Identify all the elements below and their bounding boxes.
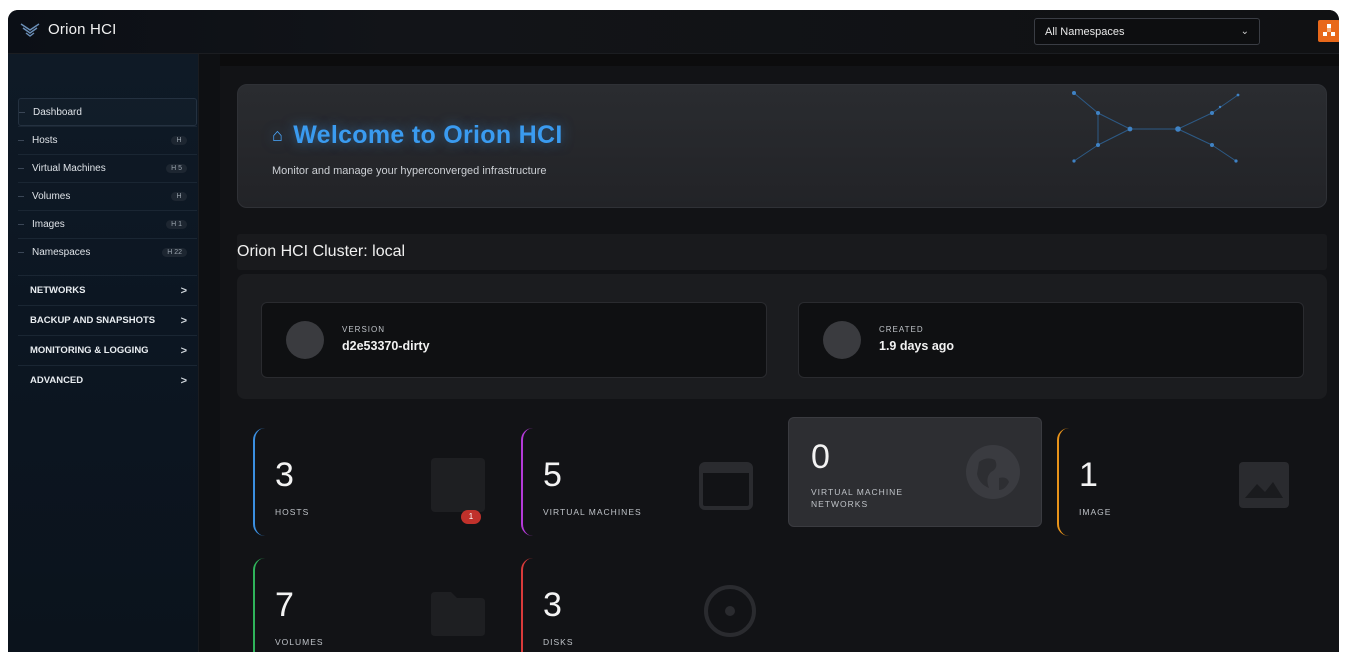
sidebar-item-volumes[interactable]: Volumes H (18, 182, 197, 210)
stat-card-disks[interactable]: 3 DISKS (521, 558, 757, 652)
chevron-right-icon: > (180, 284, 187, 297)
welcome-banner: ⌂ Welcome to Orion HCI Monitor and manag… (237, 84, 1327, 208)
stat-label: DISKS (543, 637, 574, 647)
home-icon: ⌂ (272, 125, 284, 145)
created-value: 1.9 days ago (879, 339, 955, 353)
stat-value: 5 (543, 456, 562, 494)
count-badge: H (171, 192, 187, 201)
sidebar-item-dashboard[interactable]: Dashboard (18, 98, 197, 126)
stat-label: VIRTUAL MACHINE NETWORKS (811, 487, 903, 509)
sidebar: Dashboard Hosts H Virtual Machines H 5 V… (8, 54, 198, 652)
alert-badge: 1 (461, 510, 481, 524)
created-label: CREATED (879, 325, 924, 334)
stat-card-vm-networks[interactable]: 0 VIRTUAL MACHINE NETWORKS (788, 417, 1042, 527)
folder-icon (431, 592, 485, 636)
sidebar-item-label: Virtual Machines (32, 163, 106, 174)
stat-card-virtual-machines[interactable]: 5 VIRTUAL MACHINES (521, 428, 757, 536)
sidebar-item-label: Namespaces (32, 247, 91, 258)
top-bar: Orion HCI All Namespaces ⌄ (8, 10, 1339, 54)
created-icon (823, 321, 861, 359)
network-graphic-icon (1072, 91, 1240, 163)
stat-label: IMAGE (1079, 507, 1112, 517)
host-icon (431, 458, 485, 512)
chevron-right-icon: > (180, 344, 187, 357)
image-icon (1239, 462, 1289, 508)
main-content: ⌂ Welcome to Orion HCI Monitor and manag… (220, 66, 1339, 652)
vm-icon (699, 462, 753, 510)
welcome-subtitle: Monitor and manage your hyperconverged i… (272, 165, 547, 177)
sidebar-nav: Dashboard Hosts H Virtual Machines H 5 V… (18, 98, 197, 266)
sidebar-item-label: Hosts (32, 135, 58, 146)
orion-logo-icon (20, 22, 40, 37)
chevron-down-icon: ⌄ (1240, 26, 1249, 37)
sidebar-item-namespaces[interactable]: Namespaces H 22 (18, 238, 197, 266)
count-badge: H 5 (166, 164, 187, 173)
avatar[interactable] (1318, 20, 1339, 42)
created-card: CREATED 1.9 days ago (798, 302, 1304, 378)
globe-icon (966, 445, 1020, 499)
sidebar-section-advanced[interactable]: ADVANCED > (18, 365, 197, 395)
stat-value: 0 (811, 438, 830, 476)
sidebar-section-label: BACKUP AND SNAPSHOTS (30, 315, 156, 326)
welcome-title-text: Welcome to Orion HCI (293, 121, 563, 149)
namespace-select-value: All Namespaces (1045, 25, 1125, 38)
version-value: d2e53370-dirty (342, 339, 430, 353)
cluster-info-panel: VERSION d2e53370-dirty CREATED 1.9 days … (237, 274, 1327, 399)
sidebar-item-label: Dashboard (33, 106, 82, 118)
count-badge: H (171, 136, 187, 145)
sidebar-section-backup[interactable]: BACKUP AND SNAPSHOTS > (18, 305, 197, 335)
brand[interactable]: Orion HCI (20, 21, 116, 38)
stat-label: VIRTUAL MACHINES (543, 507, 642, 517)
user-icon (1323, 24, 1335, 36)
stat-card-hosts[interactable]: 3 HOSTS 1 (253, 428, 489, 536)
sidebar-section-label: ADVANCED (30, 375, 84, 386)
disk-icon (704, 585, 756, 637)
cluster-title: Orion HCI Cluster: local (237, 243, 406, 260)
stat-value: 3 (275, 456, 294, 494)
chevron-right-icon: > (180, 314, 187, 327)
app-window: Orion HCI All Namespaces ⌄ Dashboard Hos… (8, 10, 1339, 652)
sidebar-item-label: Images (32, 219, 65, 230)
version-icon (286, 321, 324, 359)
count-badge: H 22 (162, 248, 187, 257)
version-card: VERSION d2e53370-dirty (261, 302, 767, 378)
stat-value: 1 (1079, 456, 1098, 494)
version-label: VERSION (342, 325, 386, 334)
sidebar-item-images[interactable]: Images H 1 (18, 210, 197, 238)
sidebar-divider (198, 54, 220, 652)
stat-value: 7 (275, 586, 294, 624)
welcome-title: ⌂ Welcome to Orion HCI (272, 121, 563, 150)
accent-bar (521, 428, 533, 536)
accent-bar (521, 558, 533, 652)
sidebar-section-label: NETWORKS (30, 285, 86, 296)
accent-bar (1057, 428, 1069, 536)
sidebar-section-networks[interactable]: NETWORKS > (18, 275, 197, 305)
stat-value: 3 (543, 586, 562, 624)
sidebar-section-label: MONITORING & LOGGING (30, 345, 149, 356)
chevron-right-icon: > (180, 374, 187, 387)
count-badge: H 1 (166, 220, 187, 229)
sidebar-section-monitoring[interactable]: MONITORING & LOGGING > (18, 335, 197, 365)
namespace-select[interactable]: All Namespaces ⌄ (1034, 18, 1260, 45)
app-title: Orion HCI (48, 21, 117, 38)
sidebar-item-hosts[interactable]: Hosts H (18, 126, 197, 154)
stat-card-image[interactable]: 1 IMAGE (1057, 428, 1293, 536)
accent-bar (253, 558, 265, 652)
accent-bar (253, 428, 265, 536)
stat-label: HOSTS (275, 507, 310, 517)
stat-label: VOLUMES (275, 637, 324, 647)
stat-card-volumes[interactable]: 7 VOLUMES (253, 558, 489, 652)
sidebar-item-virtual-machines[interactable]: Virtual Machines H 5 (18, 154, 197, 182)
sidebar-item-label: Volumes (32, 191, 71, 202)
